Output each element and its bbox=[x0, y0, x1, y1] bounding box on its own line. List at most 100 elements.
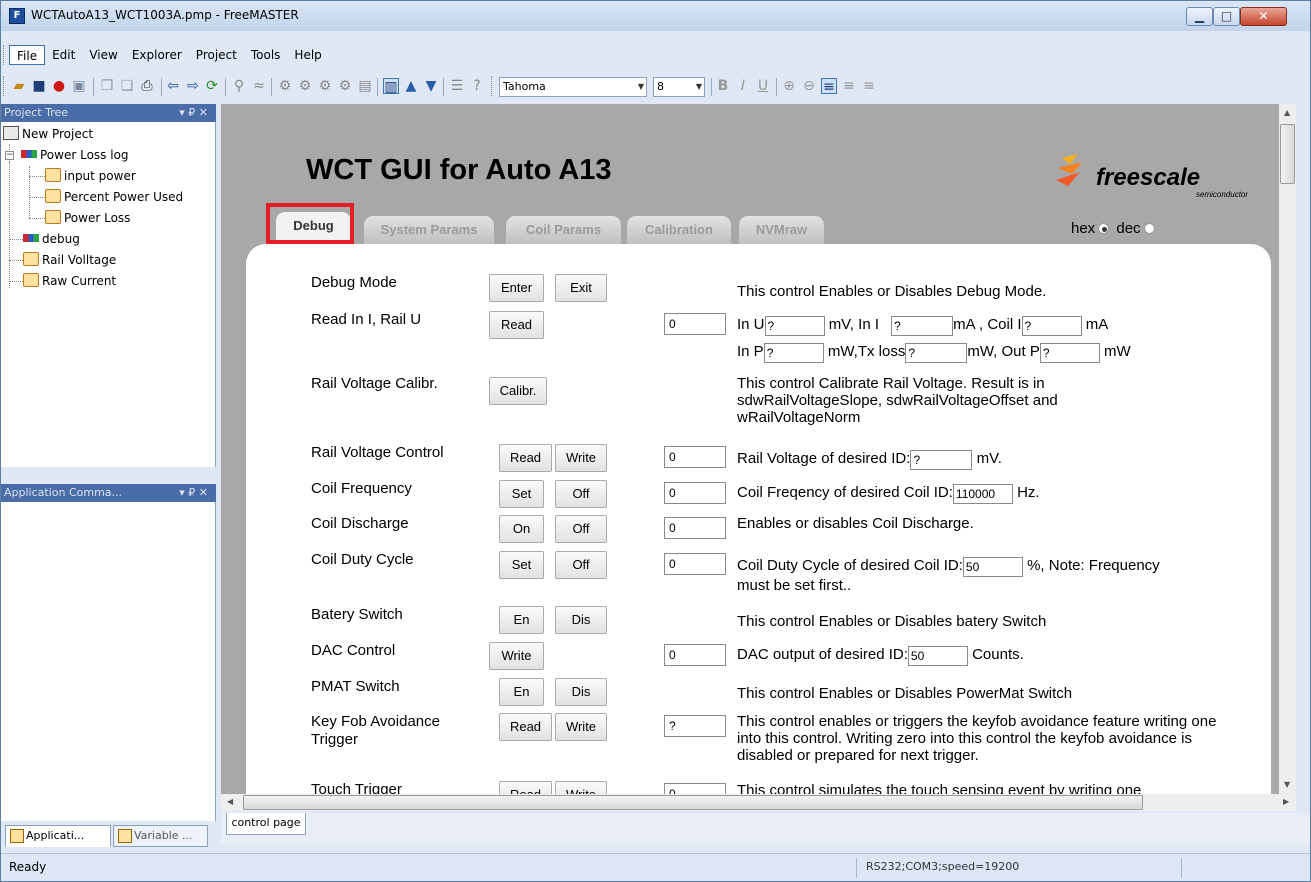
stop-icon[interactable]: ● bbox=[51, 78, 67, 94]
dac-write-button[interactable]: Write bbox=[489, 642, 544, 670]
coil-duty-id-field[interactable]: 50 bbox=[962, 557, 1023, 577]
scope-icon[interactable]: ≈ bbox=[251, 78, 267, 94]
recorder-icon[interactable]: ⚙ bbox=[277, 78, 293, 94]
menu-file[interactable]: File bbox=[9, 45, 46, 65]
paste-icon[interactable]: ❏ bbox=[119, 78, 135, 94]
tree-item-debug[interactable]: debug bbox=[23, 229, 80, 249]
close-button[interactable]: ✕ bbox=[1240, 7, 1287, 26]
tab-application-commands[interactable]: Applicati... bbox=[5, 825, 111, 847]
tab-coil-params[interactable]: Coil Params bbox=[506, 216, 621, 244]
batery-dis-button[interactable]: Dis bbox=[555, 606, 607, 634]
zoom-out-icon[interactable]: ⊖ bbox=[801, 78, 817, 94]
read-in-read-button[interactable]: Read bbox=[489, 311, 544, 339]
options-icon[interactable]: ▣ bbox=[71, 78, 87, 94]
coil-duty-off-button[interactable]: Off bbox=[555, 551, 607, 579]
tree-item-input-power[interactable]: input power bbox=[45, 166, 136, 186]
open-icon[interactable]: ▰ bbox=[11, 78, 27, 94]
rail-control-read-button[interactable]: Read bbox=[499, 444, 552, 472]
recorder-stop-icon[interactable]: ⚙ bbox=[317, 78, 333, 94]
coil-discharge-value-field[interactable]: 0 bbox=[664, 517, 726, 539]
down-icon[interactable]: ▼ bbox=[423, 78, 439, 94]
coil-duty-set-button[interactable]: Set bbox=[499, 551, 544, 579]
maximize-button[interactable]: □ bbox=[1213, 7, 1240, 26]
italic-icon[interactable]: I bbox=[735, 78, 751, 94]
keyfob-value-field[interactable]: ? bbox=[664, 715, 726, 737]
pmat-en-button[interactable]: En bbox=[499, 678, 544, 706]
copy-icon[interactable]: ❐ bbox=[99, 78, 115, 94]
tree-item-power-loss[interactable]: Power Loss bbox=[45, 208, 130, 228]
toolbar-grip[interactable] bbox=[3, 76, 6, 96]
back-icon[interactable]: ⇦ bbox=[165, 78, 181, 94]
coil-frequency-value-field[interactable]: 0 bbox=[664, 482, 726, 504]
align-right-icon[interactable]: ≡ bbox=[861, 78, 877, 94]
debug-enter-button[interactable]: Enter bbox=[489, 274, 544, 302]
tab-system-params[interactable]: System Params bbox=[364, 216, 494, 244]
grid-icon[interactable]: ▥ bbox=[383, 78, 399, 95]
dac-id-field[interactable]: 50 bbox=[907, 646, 968, 666]
menu-project[interactable]: Project bbox=[189, 45, 244, 65]
forward-icon[interactable]: ⇨ bbox=[185, 78, 201, 94]
hex-radio[interactable] bbox=[1098, 223, 1110, 234]
scroll-left-icon[interactable]: ◀ bbox=[227, 797, 233, 806]
minimize-button[interactable]: ▁ bbox=[1186, 7, 1213, 26]
tab-nvmraw[interactable]: NVMraw bbox=[739, 216, 824, 244]
batery-en-button[interactable]: En bbox=[499, 606, 544, 634]
up-icon[interactable]: ▲ bbox=[403, 78, 419, 94]
read-in-value-field[interactable]: 0 bbox=[664, 313, 726, 335]
in-i-field[interactable]: ? bbox=[891, 316, 954, 336]
dec-radio[interactable] bbox=[1143, 223, 1155, 234]
coil-discharge-on-button[interactable]: On bbox=[499, 515, 544, 543]
menu-explorer[interactable]: Explorer bbox=[125, 45, 189, 65]
bold-icon[interactable]: B bbox=[715, 78, 731, 94]
tab-control-page[interactable]: control page bbox=[226, 813, 306, 835]
touch-write-button[interactable]: Write bbox=[555, 781, 607, 794]
debug-exit-button[interactable]: Exit bbox=[555, 274, 607, 302]
keyfob-read-button[interactable]: Read bbox=[499, 713, 552, 741]
scroll-right-icon[interactable]: ▶ bbox=[1283, 797, 1289, 806]
font-size-select[interactable]: 8 ▼ bbox=[653, 77, 705, 97]
tree-item-power-loss-log[interactable]: Power Loss log bbox=[21, 145, 129, 165]
recorder-start-icon[interactable]: ⚙ bbox=[297, 78, 313, 94]
tab-calibration[interactable]: Calibration bbox=[627, 216, 731, 244]
tx-loss-field[interactable]: ? bbox=[905, 343, 968, 363]
coil-i-field[interactable]: ? bbox=[1021, 316, 1082, 336]
horizontal-scrollbar[interactable]: ◀ ▶ bbox=[221, 794, 1296, 811]
vertical-scroll-thumb[interactable] bbox=[1280, 124, 1295, 184]
coil-duty-value-field[interactable]: 0 bbox=[664, 553, 726, 575]
save-icon[interactable]: ■ bbox=[31, 78, 47, 94]
font-name-select[interactable]: Tahoma ▼ bbox=[499, 77, 647, 97]
coil-discharge-off-button[interactable]: Off bbox=[555, 515, 607, 543]
scroll-up-icon[interactable]: ▲ bbox=[1284, 108, 1290, 117]
menu-view[interactable]: View bbox=[82, 45, 124, 65]
out-p-field[interactable]: ? bbox=[1039, 343, 1100, 363]
help-icon[interactable]: ? bbox=[469, 78, 485, 94]
rail-control-value-field[interactable]: 0 bbox=[664, 446, 726, 468]
menu-tools[interactable]: Tools bbox=[244, 45, 288, 65]
touch-read-button[interactable]: Read bbox=[499, 781, 552, 794]
align-left-icon[interactable]: ≡ bbox=[821, 78, 837, 95]
recorder-load-icon[interactable]: ⚙ bbox=[337, 78, 353, 94]
align-center-icon[interactable]: ≡ bbox=[841, 78, 857, 94]
watch-icon[interactable]: ⚲ bbox=[231, 78, 247, 94]
collapse-toggle[interactable]: − bbox=[5, 151, 14, 160]
tree-item-raw-current[interactable]: Raw Current bbox=[23, 271, 116, 291]
vertical-scrollbar[interactable]: ▲ ▼ bbox=[1279, 104, 1296, 794]
underline-icon[interactable]: U bbox=[755, 78, 771, 94]
tree-item-rail-volltage[interactable]: Rail Volltage bbox=[23, 250, 116, 270]
tab-variable-watch[interactable]: Variable ... bbox=[113, 825, 208, 847]
horizontal-scroll-thumb[interactable] bbox=[243, 795, 1143, 810]
in-u-field[interactable]: ? bbox=[764, 316, 825, 336]
recorder-save-icon[interactable]: ▤ bbox=[357, 78, 373, 94]
coil-frequency-set-button[interactable]: Set bbox=[499, 480, 544, 508]
rail-calibr-button[interactable]: Calibr. bbox=[489, 377, 547, 405]
dac-value-field[interactable]: 0 bbox=[664, 644, 726, 666]
rail-voltage-id-field[interactable]: ? bbox=[910, 450, 973, 470]
tree-item-percent-power-used[interactable]: Percent Power Used bbox=[45, 187, 183, 207]
scroll-down-icon[interactable]: ▼ bbox=[1284, 780, 1290, 789]
pmat-dis-button[interactable]: Dis bbox=[555, 678, 607, 706]
refresh-icon[interactable]: ⟳ bbox=[204, 78, 220, 94]
panel-controls[interactable]: ▾ ₽ ✕ bbox=[179, 104, 208, 122]
menu-help[interactable]: Help bbox=[287, 45, 328, 65]
coil-frequency-id-field[interactable]: 110000 bbox=[952, 484, 1013, 504]
keyfob-write-button[interactable]: Write bbox=[555, 713, 607, 741]
